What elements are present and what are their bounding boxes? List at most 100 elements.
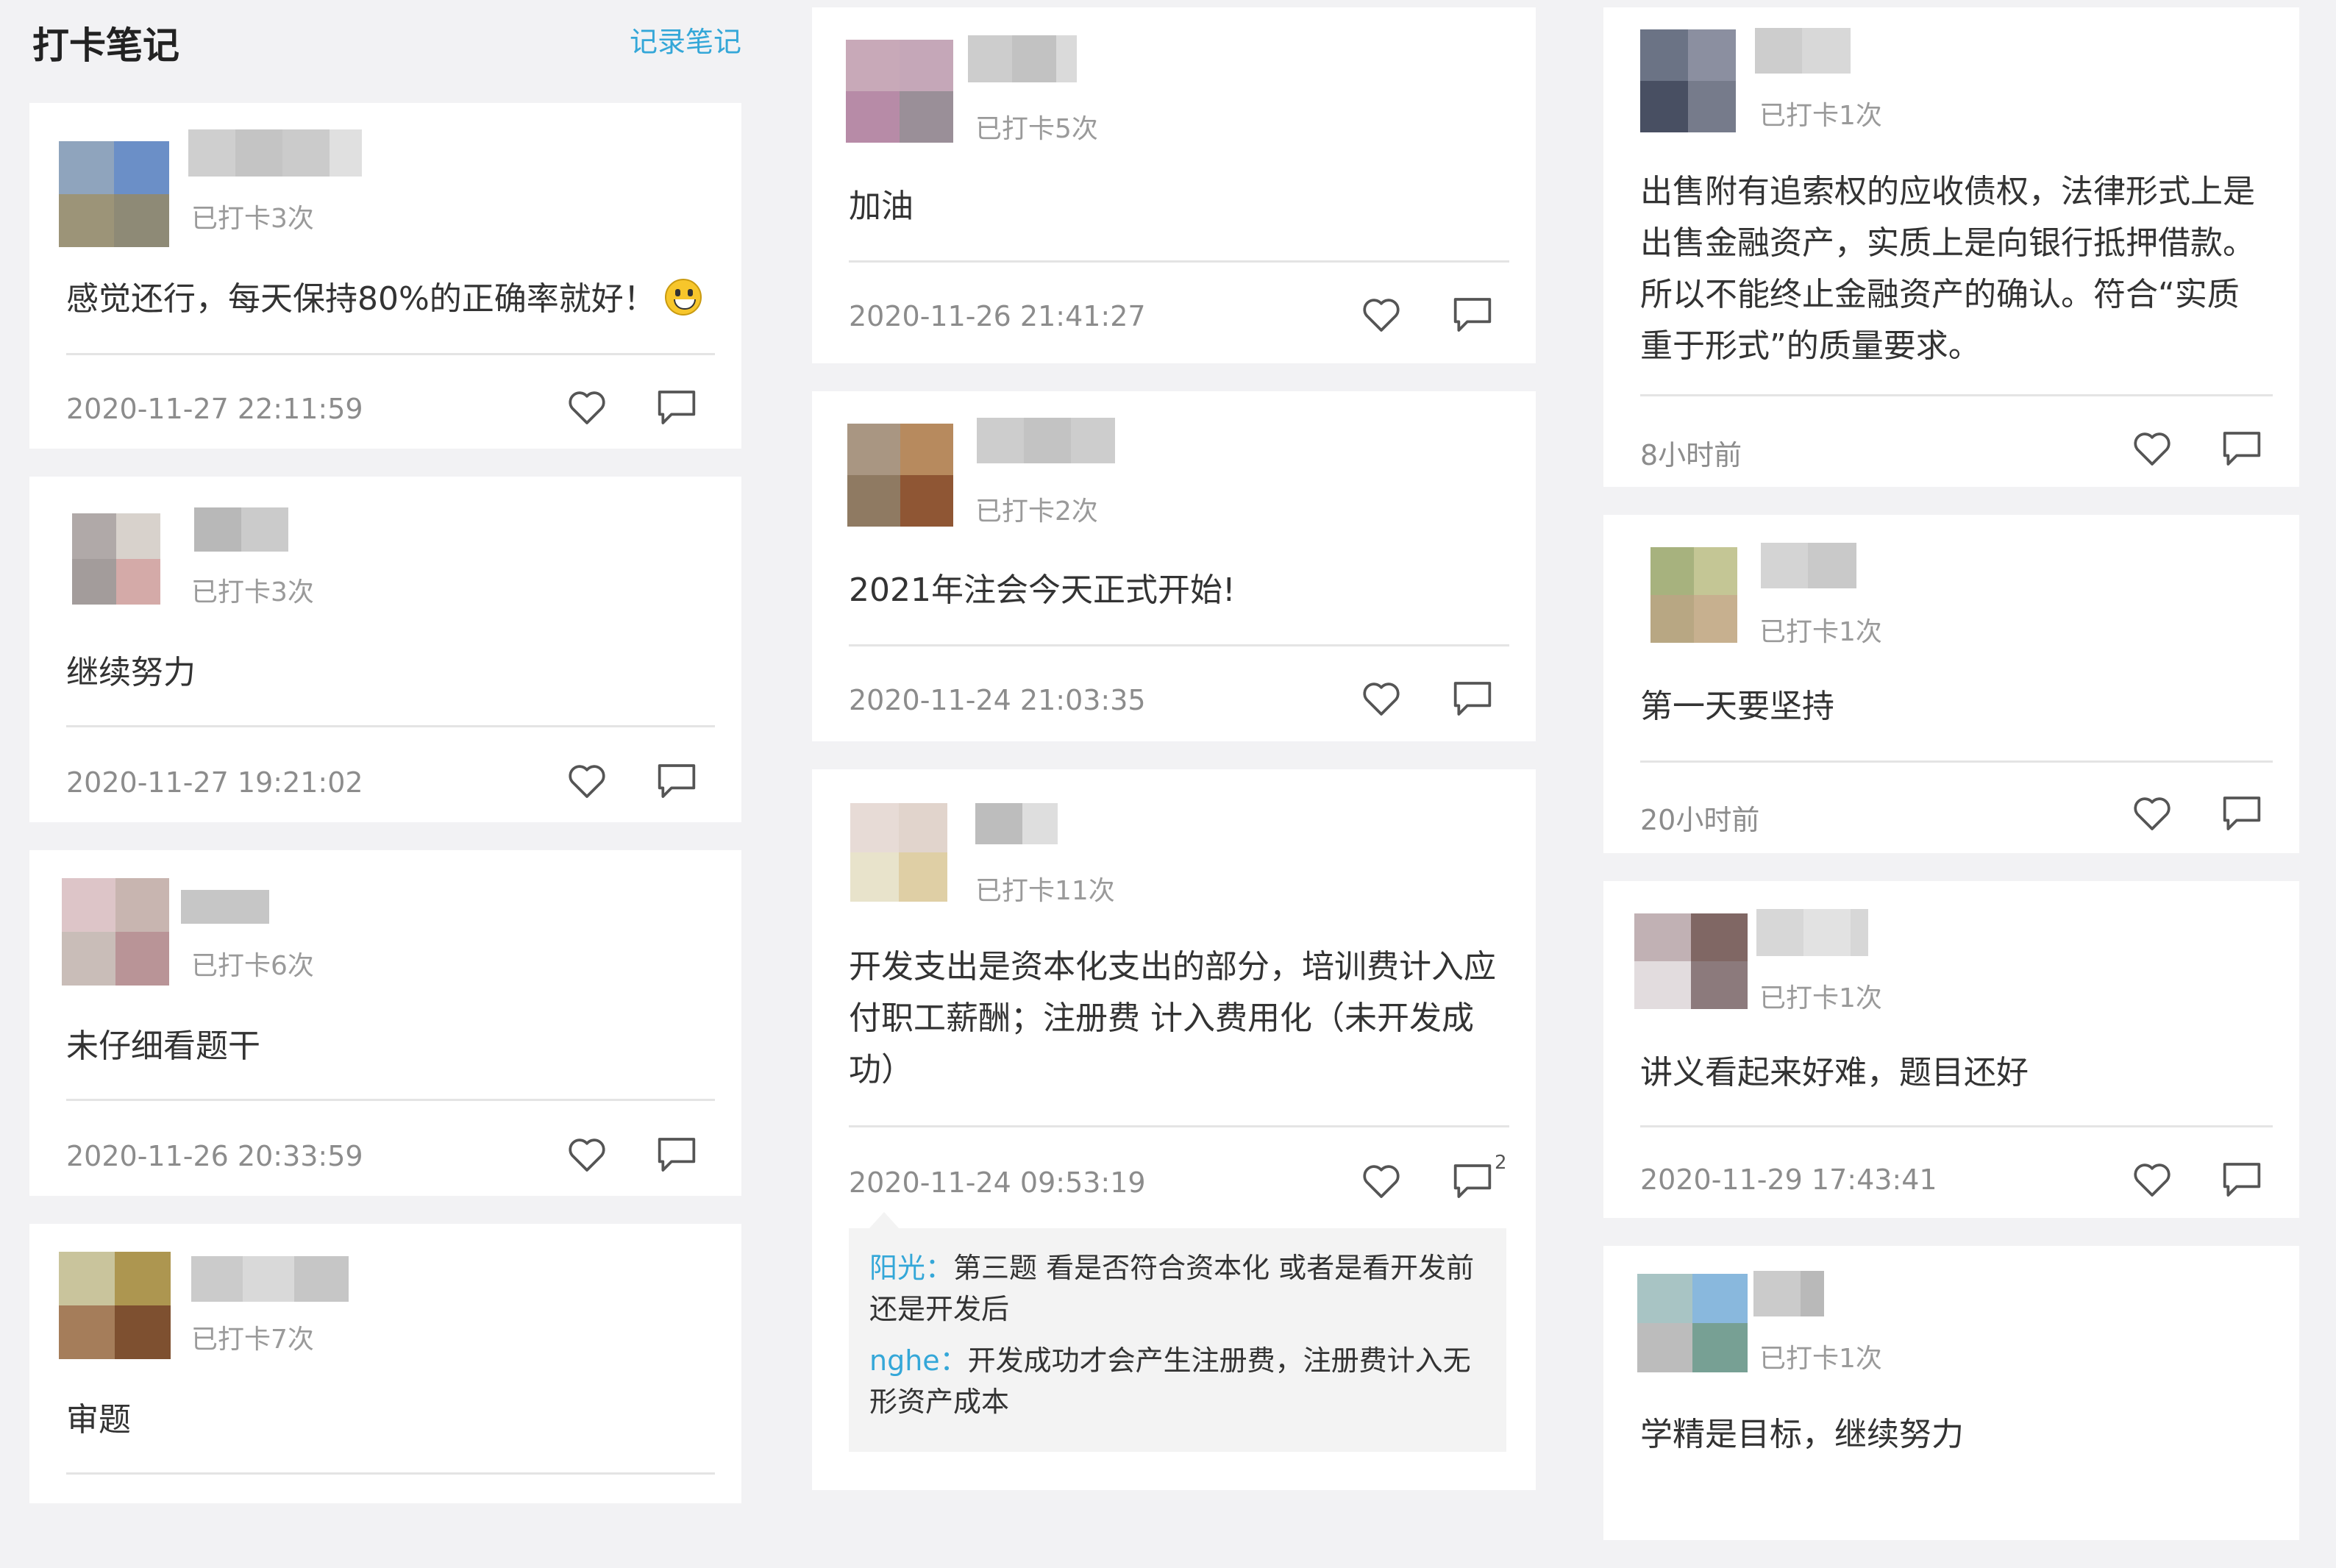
- comment-icon[interactable]: [1452, 680, 1493, 718]
- divider: [66, 725, 715, 727]
- comment-icon[interactable]: [2221, 794, 2262, 833]
- note-content: 开发支出是资本化支出的部分，培训费计入应付职工薪酬；注册费 计入费用化（未开发成…: [849, 948, 1496, 1088]
- note-card: 已打卡1次 出售附有追索权的应收债权，法律形式上是出售金融资产，实质上是向银行抵…: [1603, 7, 2299, 487]
- username-blurred[interactable]: [1756, 909, 1868, 956]
- username-blurred[interactable]: [1755, 28, 1851, 74]
- divider: [66, 1099, 715, 1101]
- checkin-count: 已打卡6次: [191, 951, 314, 981]
- comment-icon[interactable]: [656, 1136, 697, 1174]
- note-content: 未仔细看题干: [66, 1027, 260, 1065]
- checkin-count: 已打卡1次: [1759, 617, 1882, 647]
- comment-item: 阳光：第三题 看是否符合资本化 或者是看开发前还是开发后: [869, 1247, 1486, 1330]
- timestamp: 2020-11-29 17:43:41: [1640, 1163, 1937, 1196]
- checkin-count: 已打卡11次: [975, 876, 1115, 906]
- username-blurred[interactable]: [1761, 543, 1856, 588]
- note-content: 出售附有追索权的应收债权，法律形式上是出售金融资产，实质上是向银行抵押借款。所以…: [1640, 173, 2255, 365]
- avatar[interactable]: [59, 141, 169, 247]
- note-card: 已打卡6次 未仔细看题干 2020-11-26 20:33:59: [29, 850, 741, 1196]
- divider: [849, 260, 1509, 263]
- note-content: 继续努力: [66, 654, 196, 691]
- comment-text: 第三题 看是否符合资本化 或者是看开发前还是开发后: [869, 1252, 1475, 1325]
- checkin-count: 已打卡7次: [191, 1325, 314, 1355]
- divider: [849, 644, 1509, 646]
- note-card: 已打卡1次 第一天要坚持 20小时前: [1603, 515, 2299, 853]
- username-blurred[interactable]: [188, 129, 362, 177]
- username-blurred[interactable]: [181, 890, 269, 924]
- timestamp: 2020-11-26 21:41:27: [849, 300, 1146, 332]
- note-card: 已打卡1次 讲义看起来好难，题目还好 2020-11-29 17:43:41: [1603, 881, 2299, 1218]
- note-content: 讲义看起来好难，题目还好: [1640, 1054, 2029, 1091]
- avatar[interactable]: [72, 513, 160, 605]
- page-title: 打卡笔记: [32, 24, 179, 67]
- record-note-link[interactable]: 记录笔记: [630, 19, 741, 60]
- heart-icon[interactable]: [1361, 680, 1402, 718]
- note-text: 感觉还行，每天保持80%的正确率就好！: [66, 280, 656, 318]
- divider: [1640, 1125, 2273, 1127]
- note-card: 已打卡3次 感觉还行，每天保持80%的正确率就好！ 2020-11-27 22:…: [29, 103, 741, 449]
- username-blurred[interactable]: [1753, 1271, 1824, 1316]
- comment-icon[interactable]: [656, 388, 697, 427]
- heart-icon[interactable]: [2132, 794, 2173, 833]
- note-content: 2021年注会今天正式开始!: [849, 571, 1236, 609]
- note-content: 审题: [66, 1401, 131, 1439]
- heart-icon[interactable]: [2132, 1161, 2173, 1199]
- username-blurred[interactable]: [977, 418, 1115, 463]
- note-content: 第一天要坚持: [1640, 688, 1834, 725]
- page-header: 打卡笔记 记录笔记: [29, 0, 741, 103]
- timestamp: 2020-11-24 09:53:19: [849, 1166, 1146, 1199]
- timestamp: 2020-11-27 22:11:59: [66, 393, 363, 425]
- note-card: 已打卡11次 开发支出是资本化支出的部分，培训费计入应付职工薪酬；注册费 计入费…: [812, 769, 1536, 1490]
- note-card: 已打卡2次 2021年注会今天正式开始! 2020-11-24 21:03:35: [812, 391, 1536, 741]
- note-card: 已打卡5次 加油 2020-11-26 21:41:27: [812, 7, 1536, 363]
- avatar[interactable]: [850, 803, 947, 902]
- note-card: 已打卡7次 审题: [29, 1224, 741, 1503]
- avatar[interactable]: [59, 1252, 171, 1359]
- checkin-count: 已打卡1次: [1759, 983, 1882, 1013]
- timestamp: 2020-11-26 20:33:59: [66, 1140, 363, 1172]
- feed-column-1: 打卡笔记 记录笔记 已打卡3次 感觉还行，每天保持80%的正确率就好！ 2020…: [29, 0, 741, 1531]
- note-content: 加油: [849, 188, 914, 225]
- feed-column-3: 已打卡1次 出售附有追索权的应收债权，法律形式上是出售金融资产，实质上是向银行抵…: [1603, 0, 2299, 1568]
- checkin-count: 已打卡3次: [191, 204, 314, 234]
- username-blurred[interactable]: [191, 1256, 349, 1302]
- avatar[interactable]: [1637, 1274, 1748, 1372]
- note-card: 已打卡1次 学精是目标，继续努力: [1603, 1246, 2299, 1540]
- comment-icon[interactable]: [2221, 430, 2262, 468]
- avatar[interactable]: [1640, 29, 1736, 132]
- comment-icon[interactable]: [1452, 296, 1493, 334]
- heart-icon[interactable]: [566, 388, 608, 427]
- heart-icon[interactable]: [566, 1136, 608, 1174]
- divider: [66, 1472, 715, 1475]
- checkin-count: 已打卡2次: [975, 496, 1098, 527]
- timestamp: 2020-11-27 19:21:02: [66, 766, 363, 799]
- timestamp: 8小时前: [1640, 439, 1742, 471]
- username-blurred[interactable]: [194, 507, 288, 552]
- avatar[interactable]: [62, 878, 169, 986]
- comment-icon[interactable]: [1452, 1162, 1493, 1200]
- avatar[interactable]: [847, 424, 953, 527]
- username-blurred[interactable]: [975, 803, 1058, 844]
- comment-icon[interactable]: [656, 762, 697, 800]
- grinning-face-emoji-icon: [664, 279, 702, 316]
- checkin-count: 已打卡3次: [191, 577, 314, 607]
- divider: [849, 1125, 1509, 1127]
- timestamp: 2020-11-24 21:03:35: [849, 684, 1146, 716]
- divider: [66, 353, 715, 355]
- heart-icon[interactable]: [1361, 1162, 1402, 1200]
- heart-icon[interactable]: [566, 762, 608, 800]
- avatar[interactable]: [1634, 913, 1748, 1009]
- comment-list: 阳光：第三题 看是否符合资本化 或者是看开发前还是开发后 nghe：开发成功才会…: [849, 1212, 1506, 1452]
- divider: [1640, 394, 2273, 396]
- timestamp: 20小时前: [1640, 804, 1760, 836]
- comment-author[interactable]: nghe：: [869, 1344, 968, 1377]
- feed-column-2: 已打卡5次 加油 2020-11-26 21:41:27 已打卡2次 2021年…: [812, 0, 1536, 1518]
- heart-icon[interactable]: [1361, 296, 1402, 334]
- avatar[interactable]: [846, 40, 953, 143]
- checkin-count: 已打卡1次: [1759, 1344, 1882, 1374]
- avatar[interactable]: [1650, 547, 1737, 643]
- username-blurred[interactable]: [968, 35, 1077, 82]
- comment-author[interactable]: 阳光：: [869, 1252, 953, 1284]
- comment-count: 2: [1495, 1152, 1507, 1174]
- heart-icon[interactable]: [2132, 430, 2173, 468]
- comment-icon[interactable]: [2221, 1161, 2262, 1199]
